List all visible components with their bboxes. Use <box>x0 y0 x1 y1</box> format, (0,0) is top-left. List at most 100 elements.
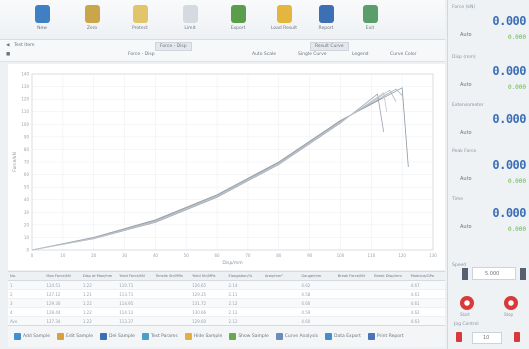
table-header-cell[interactable]: No. <box>8 272 44 280</box>
curve-analysis-icon <box>275 333 283 340</box>
document-icon <box>318 5 334 23</box>
data-export-button[interactable]: Data Export <box>323 333 363 340</box>
meter-unit-select[interactable]: Auto <box>460 32 472 38</box>
blue-flask-icon <box>34 5 50 23</box>
hide-sample-button[interactable]: Hide Sample <box>183 333 225 340</box>
edit-sample-label: Edit Sample <box>66 334 94 339</box>
table-cell: 4.63 <box>410 319 420 324</box>
table-header-cell[interactable]: Area/mm² <box>263 272 299 280</box>
print-report-button[interactable]: Print Report <box>366 333 406 340</box>
meter-unit-select[interactable]: Auto <box>460 176 472 182</box>
table-row[interactable]: 3 129.30 1.22 114.95 131.72 2.12 4.60 4.61 <box>8 299 445 308</box>
green-upload-icon <box>230 5 246 23</box>
bottom-toolbar: Add Sample Edit Sample Del Sample Test Para… <box>8 325 445 347</box>
speed-input[interactable]: 5.000 <box>472 267 516 280</box>
table-cell <box>263 299 299 307</box>
table-header-cell[interactable]: Yield Str/MPa <box>190 272 226 280</box>
meter-sub-value: 0.000 <box>507 178 526 185</box>
table-header-cell[interactable]: Elongation/% <box>227 272 263 280</box>
speed-down-icon[interactable] <box>462 268 468 280</box>
x-tick-label: 50 <box>184 253 190 258</box>
table-cell <box>263 317 299 325</box>
table-header-cell[interactable]: Disp at Max/mm <box>81 272 117 280</box>
table-cell <box>372 317 408 325</box>
table-cell <box>263 281 299 289</box>
add-sample-button[interactable]: Add Sample <box>12 333 52 340</box>
meter-unit-select[interactable]: Auto <box>460 130 472 136</box>
meter-unit-select[interactable]: Auto <box>460 82 472 88</box>
table-header-cell[interactable]: Yield Force/kN <box>117 272 153 280</box>
lock-small-icon: ■ <box>6 52 11 57</box>
meter-2: Disp (mm) 0.000 Auto 0.000 <box>452 54 528 100</box>
app-window: New Zero Protect Limit Export Load Result Repo… <box>0 0 529 349</box>
table-header-cell[interactable]: Break Force/kN <box>336 272 372 280</box>
jog-input[interactable]: 10 <box>472 332 502 344</box>
curve-analysis-button[interactable]: Curve Analysis <box>274 333 320 340</box>
table-cell: 4 <box>10 310 13 315</box>
table-cell: 1 <box>10 283 13 288</box>
speed-up-icon[interactable] <box>520 268 526 280</box>
table-cell: 129.35 <box>192 292 207 297</box>
table-cell: 4.61 <box>410 301 420 306</box>
stop-button[interactable] <box>504 296 518 310</box>
y-tick-label: 100 <box>21 122 29 127</box>
start-label: Start <box>460 312 470 317</box>
delete-sample-button[interactable]: Del Sample <box>98 333 137 340</box>
y-tick-label: 70 <box>24 160 30 165</box>
ribbon-zero-button[interactable]: Zero <box>70 5 114 31</box>
table-row[interactable]: 1 124.51 1.22 110.71 126.65 2.14 4.62 4.67 <box>8 281 445 290</box>
table-header-cell[interactable]: Tensile Str/MPa <box>154 272 190 280</box>
x-tick-label: 0 <box>31 253 34 258</box>
table-header-cell[interactable]: Max Force/kN <box>44 272 80 280</box>
y-tick-label: 10 <box>24 235 30 240</box>
show-sample-button[interactable]: Show Sample <box>227 333 270 340</box>
series-line <box>31 92 388 251</box>
force-disp-chart[interactable]: 0 10 20 30 40 50 60 70 80 90 100 110 120 130 0 10 20 30 40… <box>8 64 445 270</box>
ribbon-exit-button[interactable]: Exit <box>348 5 392 31</box>
meter-caption: Force (kN) <box>452 5 476 10</box>
ribbon-load-button[interactable]: Load Result <box>262 5 306 31</box>
test-params-button[interactable]: Test Params <box>140 333 180 340</box>
edit-sample-button[interactable]: Edit Sample <box>55 333 95 340</box>
link-single-curve[interactable]: Single Curve <box>298 52 327 57</box>
tab-result-curve[interactable]: Result Curve <box>310 42 349 51</box>
table-cell <box>336 308 372 316</box>
table-header-cell[interactable]: Gauge/mm <box>299 272 335 280</box>
link-auto-scale[interactable]: Auto Scale <box>252 52 276 57</box>
y-tick-label: 50 <box>24 185 30 190</box>
meter-unit-select[interactable]: Auto <box>460 224 472 230</box>
series-line <box>31 87 409 251</box>
table-header-cell[interactable]: Modulus/GPa <box>409 272 445 280</box>
jog-up-icon[interactable] <box>514 332 520 342</box>
show-sample-label: Show Sample <box>238 334 269 339</box>
ribbon-protect-button[interactable]: Protect <box>118 5 162 31</box>
ribbon-export-button[interactable]: Export <box>216 5 260 31</box>
tab-force-disp[interactable]: Force - Disp <box>155 42 192 51</box>
table-row[interactable]: 2 127.12 1.21 113.71 129.35 2.11 4.58 4.61 <box>8 290 445 299</box>
link-legend[interactable]: Legend <box>352 52 369 57</box>
y-tick-label: 90 <box>24 134 30 139</box>
table-cell: 1.22 <box>82 283 92 288</box>
data-export-label: Data Export <box>334 334 361 339</box>
folder-icon <box>276 5 292 23</box>
table-row[interactable]: 4 128.44 1.22 114.12 130.66 2.12 4.59 4.62 <box>8 308 445 317</box>
hourglass-icon <box>84 5 100 23</box>
table-cell: 130.66 <box>192 310 207 315</box>
hide-sample-label: Hide Sample <box>193 334 223 339</box>
jog-down-icon[interactable] <box>456 332 462 342</box>
ribbon-new-button[interactable]: New <box>20 5 64 31</box>
ribbon-zero-label: Zero <box>86 26 98 31</box>
table-header-cell[interactable]: Break Disp/mm <box>372 272 408 280</box>
ribbon-limit-button[interactable]: Limit <box>168 5 212 31</box>
table-cell <box>154 299 190 307</box>
ribbon-new-label: New <box>37 26 47 31</box>
y-tick-label: 140 <box>21 72 29 77</box>
link-curve-color[interactable]: Curve Color <box>390 52 416 57</box>
start-button[interactable] <box>460 296 474 310</box>
table-cell: 4.59 <box>301 310 311 315</box>
x-axis-label: Disp/mm <box>222 260 242 266</box>
ribbon-report-button[interactable]: Report <box>304 5 348 31</box>
nav-arrow-icon[interactable]: ◀ <box>6 43 9 48</box>
table-cell <box>336 290 372 298</box>
exit-icon <box>362 5 378 23</box>
